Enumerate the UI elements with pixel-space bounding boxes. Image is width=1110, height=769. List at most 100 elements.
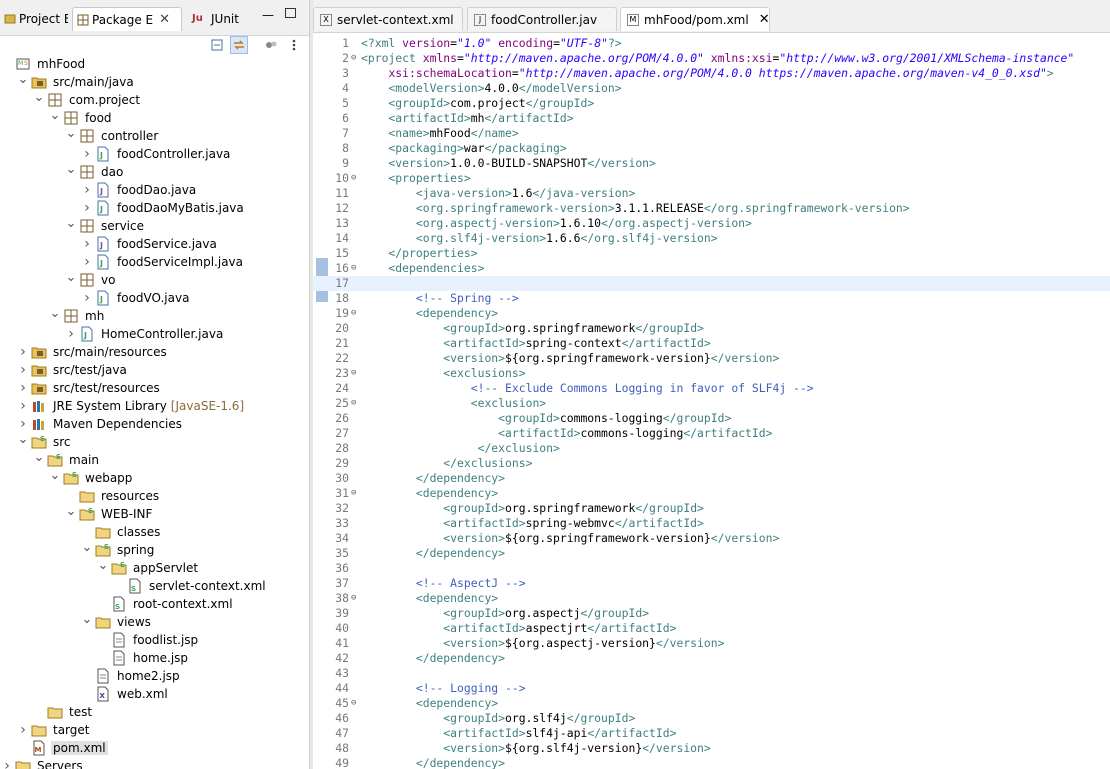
chevron-right-icon[interactable]: ›: [18, 343, 28, 361]
code-line[interactable]: 6 <artifactId>mh</artifactId>: [313, 111, 1110, 126]
tree-item[interactable]: › Maven Dependencies: [0, 415, 309, 433]
code-line[interactable]: 27 <artifactId>commons-logging</artifact…: [313, 426, 1110, 441]
code-line[interactable]: 22 <version>${org.springframework-versio…: [313, 351, 1110, 366]
code-line[interactable]: 49 </dependency>: [313, 756, 1110, 769]
tree-item[interactable]: home2.jsp: [0, 667, 309, 685]
tab-pom-xml[interactable]: M mhFood/pom.xml ✕: [620, 7, 770, 31]
code-line[interactable]: 14 <org.slf4j-version>1.6.6</org.slf4j-v…: [313, 231, 1110, 246]
code-line[interactable]: 29 </exclusions>: [313, 456, 1110, 471]
tree-item[interactable]: Mpom.xml: [0, 739, 309, 757]
chevron-down-icon[interactable]: ⌄: [34, 88, 45, 106]
code-line[interactable]: 9 <version>1.0.0-BUILD-SNAPSHOT</version…: [313, 156, 1110, 171]
tree-item[interactable]: M SmhFood: [0, 55, 309, 73]
tab-package-explorer[interactable]: Package E ✕: [72, 7, 182, 31]
fold-toggle-icon[interactable]: ⊖: [351, 51, 361, 66]
link-with-editor-icon[interactable]: [230, 36, 248, 54]
code-line[interactable]: 41 <version>${org.aspectj-version}</vers…: [313, 636, 1110, 651]
close-icon[interactable]: ✕: [159, 12, 170, 27]
minimize-icon[interactable]: —: [262, 8, 274, 22]
fold-toggle-icon[interactable]: ⊖: [351, 396, 361, 411]
tree-item[interactable]: resources: [0, 487, 309, 505]
chevron-right-icon[interactable]: ›: [82, 181, 92, 199]
tree-item[interactable]: ⌄ com.project: [0, 88, 309, 109]
chevron-down-icon[interactable]: ⌄: [98, 556, 109, 574]
tree-item[interactable]: › target: [0, 721, 309, 739]
tree-item[interactable]: › JfoodServiceImpl.java: [0, 253, 309, 271]
tree-item[interactable]: ⌄ Ssrc: [0, 430, 309, 451]
tree-item[interactable]: › JfoodDao.java: [0, 181, 309, 199]
code-line[interactable]: 33 <artifactId>spring-webmvc</artifactId…: [313, 516, 1110, 531]
chevron-down-icon[interactable]: ⌄: [66, 214, 77, 232]
tree-item[interactable]: ⌄ SappServlet: [0, 556, 309, 577]
tree-item[interactable]: ⌄ Smain: [0, 448, 309, 469]
tree-item[interactable]: Sservlet-context.xml: [0, 577, 309, 595]
tree-item[interactable]: ⌄ views: [0, 610, 309, 631]
code-line[interactable]: 10 ⊖ <properties>: [313, 171, 1110, 186]
code-line[interactable]: 24 <!-- Exclude Commons Logging in favor…: [313, 381, 1110, 396]
tree-item[interactable]: Xweb.xml: [0, 685, 309, 703]
chevron-right-icon[interactable]: ›: [82, 289, 92, 307]
chevron-down-icon[interactable]: ⌄: [66, 124, 77, 142]
code-line[interactable]: 4 <modelVersion>4.0.0</modelVersion>: [313, 81, 1110, 96]
code-area[interactable]: 1 <?xml version="1.0" encoding="UTF-8"?> 2…: [313, 34, 1110, 769]
tree-item[interactable]: ⌄ Sspring: [0, 538, 309, 559]
chevron-down-icon[interactable]: ⌄: [82, 538, 93, 556]
chevron-right-icon[interactable]: ›: [18, 379, 28, 397]
fold-toggle-icon[interactable]: ⊖: [351, 306, 361, 321]
chevron-right-icon[interactable]: ›: [82, 199, 92, 217]
code-line[interactable]: 23 ⊖ <exclusions>: [313, 366, 1110, 381]
code-line[interactable]: 26 <groupId>commons-logging</groupId>: [313, 411, 1110, 426]
tree-item[interactable]: › Servers: [0, 757, 309, 769]
code-line[interactable]: 11 <java-version>1.6</java-version>: [313, 186, 1110, 201]
code-line[interactable]: 16 ⊖ <dependencies>: [313, 261, 1110, 276]
code-line[interactable]: 37 <!-- AspectJ -->: [313, 576, 1110, 591]
code-line[interactable]: 31 ⊖ <dependency>: [313, 486, 1110, 501]
tab-junit[interactable]: Ju JUnit: [188, 7, 246, 31]
code-line[interactable]: 21 <artifactId>spring-context</artifactI…: [313, 336, 1110, 351]
chevron-down-icon[interactable]: ⌄: [50, 106, 61, 124]
code-line[interactable]: 36: [313, 561, 1110, 576]
code-line[interactable]: 43: [313, 666, 1110, 681]
code-line[interactable]: 28 </exclusion>: [313, 441, 1110, 456]
code-line[interactable]: 13 <org.aspectj-version>1.6.10</org.aspe…: [313, 216, 1110, 231]
chevron-down-icon[interactable]: ⌄: [50, 304, 61, 322]
code-line[interactable]: 5 <groupId>com.project</groupId>: [313, 96, 1110, 111]
tree-item[interactable]: ⌄ dao: [0, 162, 309, 181]
fold-toggle-icon[interactable]: ⊖: [351, 261, 361, 276]
tab-food-controller[interactable]: J foodController.jav: [467, 7, 617, 31]
chevron-right-icon[interactable]: ›: [82, 235, 92, 253]
code-line[interactable]: 15 </properties>: [313, 246, 1110, 261]
chevron-down-icon[interactable]: ⌄: [66, 502, 77, 520]
tree-item[interactable]: classes: [0, 523, 309, 541]
tree-item[interactable]: home.jsp: [0, 649, 309, 667]
tree-item[interactable]: › JRE System Library [JavaSE-1.6]: [0, 397, 309, 415]
code-line[interactable]: 38 ⊖ <dependency>: [313, 591, 1110, 606]
tree-item[interactable]: foodlist.jsp: [0, 631, 309, 649]
code-line[interactable]: 20 <groupId>org.springframework</groupId…: [313, 321, 1110, 336]
chevron-right-icon[interactable]: ›: [2, 757, 12, 769]
code-line[interactable]: 45 ⊖ <dependency>: [313, 696, 1110, 711]
code-line[interactable]: 3 xsi:schemaLocation="http://maven.apach…: [313, 66, 1110, 81]
code-line[interactable]: 25 ⊖ <exclusion>: [313, 396, 1110, 411]
tree-item[interactable]: ⌄ Swebapp: [0, 468, 309, 487]
tree-item[interactable]: ⌄ food: [0, 106, 309, 127]
code-line[interactable]: 34 <version>${org.springframework-versio…: [313, 531, 1110, 546]
fold-toggle-icon[interactable]: ⊖: [351, 366, 361, 381]
tab-project-explorer[interactable]: Project Ex: [0, 7, 68, 31]
fold-toggle-icon[interactable]: ⊖: [351, 696, 361, 711]
code-line[interactable]: 18 <!-- Spring -->: [313, 291, 1110, 306]
view-menu-icon[interactable]: [285, 36, 303, 54]
chevron-down-icon[interactable]: ⌄: [66, 268, 77, 286]
chevron-down-icon[interactable]: ⌄: [34, 448, 45, 466]
tree-item[interactable]: Sroot-context.xml: [0, 595, 309, 613]
tree-item[interactable]: › JfoodController.java: [0, 145, 309, 163]
tree-item[interactable]: › src/test/resources: [0, 379, 309, 397]
chevron-right-icon[interactable]: ›: [82, 145, 92, 163]
chevron-down-icon[interactable]: ⌄: [82, 610, 93, 628]
code-line[interactable]: 46 <groupId>org.slf4j</groupId>: [313, 711, 1110, 726]
code-line[interactable]: 8 <packaging>war</packaging>: [313, 141, 1110, 156]
code-line[interactable]: 32 <groupId>org.springframework</groupId…: [313, 501, 1110, 516]
code-line[interactable]: 2 ⊖ <project xmlns="http://maven.apache.or…: [313, 51, 1110, 66]
tree-item[interactable]: test: [0, 703, 309, 721]
chevron-down-icon[interactable]: ⌄: [18, 430, 29, 448]
